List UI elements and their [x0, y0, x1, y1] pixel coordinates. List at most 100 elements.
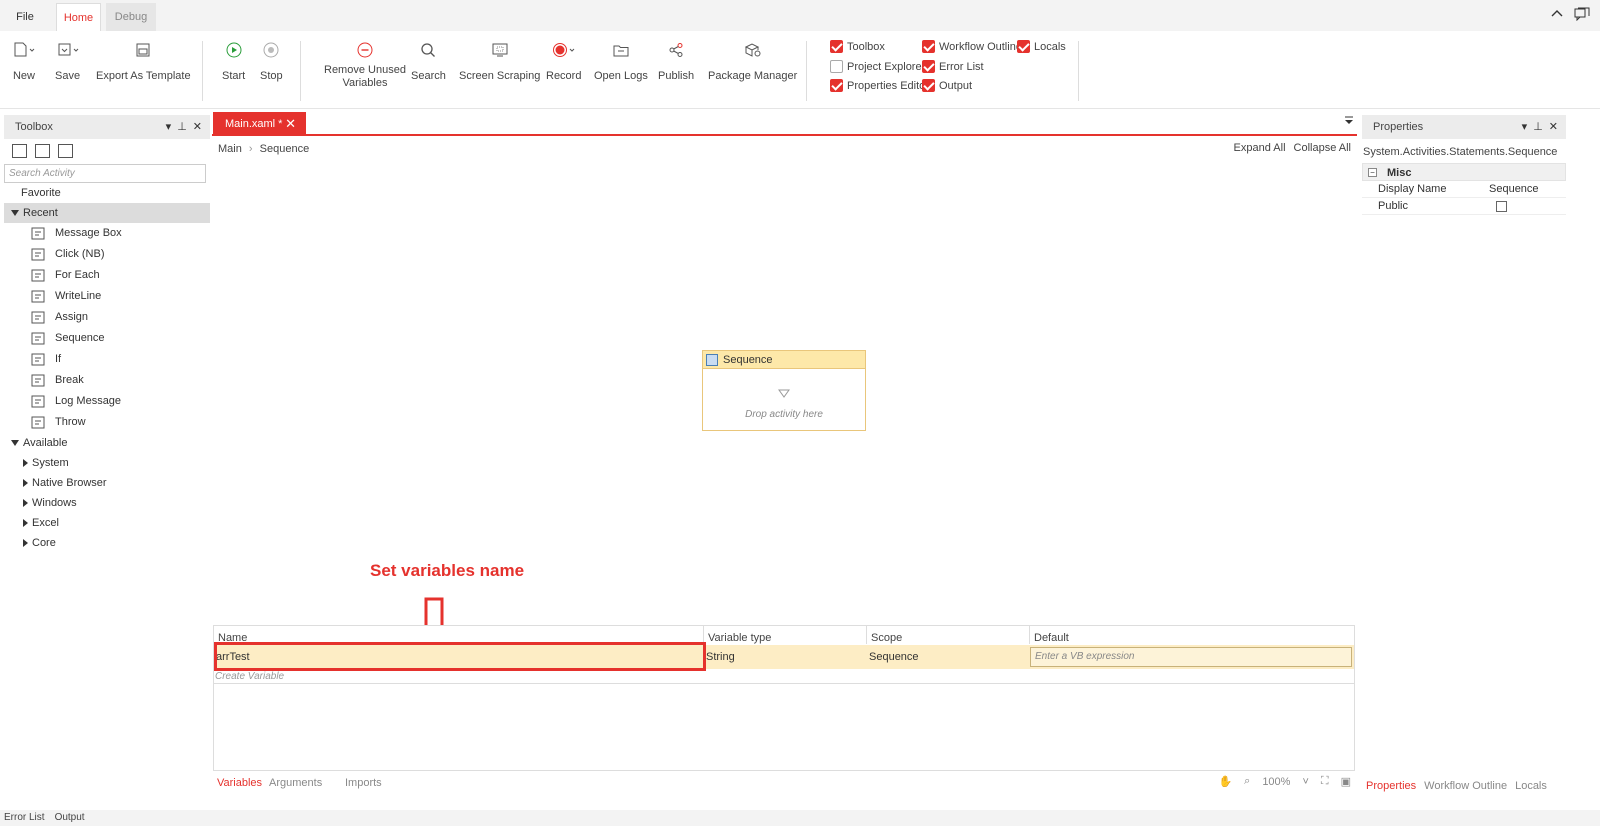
fit-to-screen-icon[interactable]: ⛶ [1321, 775, 1329, 788]
tab-main-xaml[interactable]: Main.xaml * ✕ [213, 112, 306, 136]
zoom-level[interactable]: 100% [1262, 776, 1290, 788]
tree-group[interactable]: Native Browser [4, 473, 210, 493]
dropdown-arrow-icon[interactable]: ▾ [1522, 115, 1528, 139]
default-value-input[interactable]: Enter a VB expression [1030, 647, 1352, 667]
close-icon[interactable]: ✕ [193, 115, 202, 139]
tree-group[interactable]: System [4, 453, 210, 473]
display-name-field[interactable]: Sequence [1489, 181, 1539, 198]
expand-all-link[interactable]: Expand All [1234, 142, 1286, 154]
tree-recent[interactable]: Recent [4, 203, 210, 223]
tab-home[interactable]: Home [56, 3, 101, 31]
list-item[interactable]: Click (NB) [4, 244, 210, 265]
close-tab-icon[interactable]: ✕ [285, 112, 296, 136]
overview-icon[interactable]: ▣ [1341, 775, 1351, 788]
list-item[interactable]: Break [4, 370, 210, 391]
save-button[interactable]: Save [55, 39, 80, 83]
collapse-all-link[interactable]: Collapse All [1294, 142, 1351, 154]
tab-file[interactable]: File [6, 3, 44, 31]
public-checkbox[interactable] [1496, 201, 1507, 212]
tab-arguments[interactable]: Arguments [269, 777, 322, 789]
list-item[interactable]: Sequence [4, 328, 210, 349]
tab-variables[interactable]: Variables [217, 777, 262, 789]
checkbox-checked[interactable] [922, 60, 935, 73]
feedback-icon[interactable] [1574, 7, 1590, 21]
toggle-workflow-outline[interactable]: Workflow Outline [922, 40, 1022, 53]
pin-icon[interactable]: ⊥ [177, 115, 187, 139]
collapse-category-icon[interactable]: − [1368, 168, 1377, 177]
export-template-label: Export As Template [96, 70, 191, 82]
stop-button[interactable]: Stop [260, 39, 283, 83]
close-icon[interactable]: ✕ [1549, 115, 1558, 139]
open-logs-button[interactable]: Open Logs [594, 39, 648, 83]
breadcrumb-sequence[interactable]: Sequence [260, 143, 310, 155]
tab-properties[interactable]: Properties [1366, 780, 1416, 797]
col-scope[interactable]: Scope [867, 626, 1030, 644]
col-default[interactable]: Default [1030, 626, 1354, 644]
list-item[interactable]: If [4, 349, 210, 370]
list-item[interactable]: For Each [4, 265, 210, 286]
checkbox-checked[interactable] [922, 79, 935, 92]
tab-locals[interactable]: Locals [1515, 780, 1547, 797]
tab-workflow-outline[interactable]: Workflow Outline [1424, 780, 1507, 797]
record-button[interactable]: Record [546, 39, 581, 83]
toggle-error-list[interactable]: Error List [922, 60, 984, 73]
tab-debug[interactable]: Debug [106, 3, 156, 31]
publish-button[interactable]: Publish [658, 39, 694, 83]
tree-group[interactable]: Core [4, 533, 210, 553]
dropdown-arrow-icon[interactable]: ▾ [166, 115, 172, 139]
list-item[interactable]: Throw [4, 412, 210, 433]
checkbox-checked[interactable] [1017, 40, 1030, 53]
create-variable-row[interactable]: Create Variable [215, 671, 284, 682]
checkbox-checked[interactable] [830, 79, 843, 92]
breadcrumb-main[interactable]: Main [218, 143, 242, 155]
tree-group[interactable]: Excel [4, 513, 210, 533]
screen-scraping-button[interactable]: Screen Scraping [459, 39, 540, 83]
collapse-all-icon[interactable] [35, 144, 50, 158]
list-item[interactable]: Message Box [4, 223, 210, 244]
design-canvas[interactable]: Sequence Drop activity here Set variable… [212, 161, 1357, 663]
variable-scope-cell[interactable]: Sequence [867, 645, 1030, 669]
col-variable-type[interactable]: Variable type [704, 626, 867, 644]
category-misc[interactable]: − Misc [1362, 163, 1566, 181]
tab-list-icon[interactable] [1345, 116, 1353, 125]
checkbox-unchecked[interactable] [830, 60, 843, 73]
toggle-output[interactable]: Output [922, 79, 972, 92]
share-icon [668, 39, 684, 61]
checkbox-checked[interactable] [830, 40, 843, 53]
list-item[interactable]: Assign [4, 307, 210, 328]
pan-hand-icon[interactable]: ✋ [1218, 775, 1232, 788]
collapsed-arrow-icon [23, 479, 28, 488]
toggle-properties-editor[interactable]: Properties Editor [830, 79, 929, 92]
toggle-toolbox[interactable]: Toolbox [830, 40, 885, 53]
tab-output[interactable]: Output [55, 812, 85, 824]
tree-group[interactable]: Windows [4, 493, 210, 513]
variable-type-cell[interactable]: String [704, 645, 867, 669]
list-item[interactable]: WriteLine [4, 286, 210, 307]
export-template-button[interactable]: Export As Template [96, 39, 191, 83]
start-button[interactable]: Start [222, 39, 245, 83]
tree-available[interactable]: Available [4, 433, 210, 453]
tab-imports[interactable]: Imports [345, 777, 382, 789]
remove-unused-variables-button[interactable]: Remove Unused Variables [324, 39, 406, 90]
expand-all-icon[interactable] [12, 144, 27, 158]
list-item[interactable]: Log Message [4, 391, 210, 412]
package-manager-button[interactable]: Package Manager [708, 39, 797, 83]
collapse-ribbon-icon[interactable] [1550, 7, 1564, 21]
tree-favorite[interactable]: Favorite [4, 183, 210, 203]
search-activity-input[interactable]: Search Activity [4, 164, 206, 183]
toggle-project-explorer[interactable]: Project Explorer [830, 60, 925, 73]
new-button[interactable]: New [12, 39, 36, 83]
toggle-locals[interactable]: Locals [1017, 40, 1066, 53]
activity-label: Log Message [55, 395, 122, 407]
zoom-search-icon[interactable]: ⌕ [1244, 775, 1250, 788]
sequence-activity[interactable]: Sequence Drop activity here [702, 350, 866, 431]
checkbox-checked[interactable] [922, 40, 935, 53]
pin-icon[interactable]: ⊥ [1533, 115, 1543, 139]
search-button[interactable]: Search [411, 39, 446, 83]
list-view-icon[interactable] [58, 144, 73, 158]
chevron-down-icon[interactable]: ˅ [1302, 776, 1308, 788]
tab-error-list[interactable]: Error List [4, 812, 45, 824]
start-label: Start [222, 70, 246, 82]
sequence-header[interactable]: Sequence [703, 351, 865, 369]
collapsed-arrow-icon [23, 459, 28, 468]
